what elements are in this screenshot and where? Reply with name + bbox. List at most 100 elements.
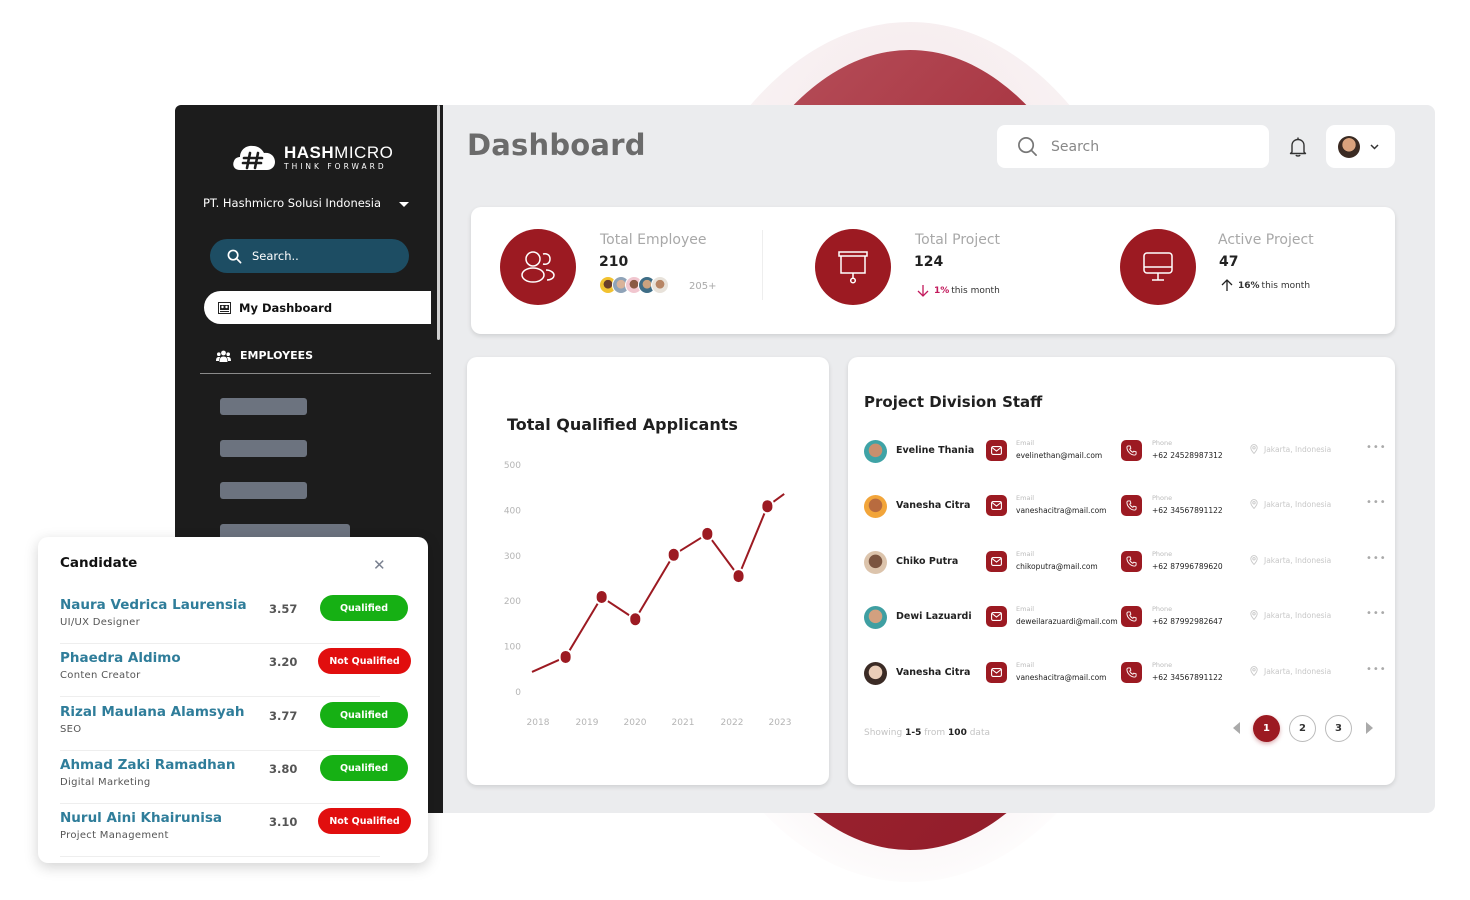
pagination-prev-icon[interactable] bbox=[1233, 722, 1240, 734]
data-point-marker bbox=[760, 498, 775, 515]
logo[interactable]: HASHMICRO THINK FORWARD bbox=[232, 142, 393, 172]
phone-icon-box[interactable] bbox=[1121, 662, 1142, 683]
phone-icon-box[interactable] bbox=[1121, 495, 1142, 516]
more-options-icon[interactable]: ••• bbox=[1366, 442, 1387, 453]
staff-avatar bbox=[864, 440, 887, 463]
candidate-status-badge[interactable]: Qualified bbox=[320, 595, 408, 621]
location-pin-icon bbox=[1250, 610, 1258, 620]
staff-location: Jakarta, Indonesia bbox=[1250, 444, 1331, 454]
candidate-status-badge[interactable]: Not Qualified bbox=[318, 648, 411, 674]
data-point-marker bbox=[558, 648, 573, 665]
data-point-marker bbox=[594, 589, 609, 606]
phone-icon bbox=[1126, 667, 1137, 678]
pagination-next-icon[interactable] bbox=[1366, 722, 1373, 734]
company-selector[interactable]: PT. Hashmicro Solusi Indonesia bbox=[203, 196, 410, 210]
email-label: Email bbox=[1016, 494, 1035, 502]
email-label: Email bbox=[1016, 661, 1035, 669]
staff-row[interactable]: Eveline Thania Email evelinethan@mail.co… bbox=[864, 432, 1387, 472]
stat-value-total-employee: 210 bbox=[599, 254, 629, 270]
header-search-input[interactable]: Search bbox=[997, 125, 1269, 168]
stat-value-total-project: 124 bbox=[914, 254, 944, 270]
mail-icon bbox=[991, 446, 1002, 455]
phone-icon-box[interactable] bbox=[1121, 551, 1142, 572]
sidebar-item-placeholder[interactable] bbox=[220, 440, 307, 457]
x-tick-label: 2022 bbox=[721, 718, 744, 728]
stage: HASHMICRO THINK FORWARD PT. Hashmicro So… bbox=[0, 0, 1470, 900]
y-tick-label: 500 bbox=[504, 461, 521, 471]
trend-percent: 1% bbox=[934, 285, 950, 296]
email-icon-box[interactable] bbox=[986, 440, 1007, 461]
candidate-score: 3.57 bbox=[269, 602, 298, 616]
staff-location: Jakarta, Indonesia bbox=[1250, 666, 1331, 676]
candidate-row[interactable]: Naura Vedrica Laurensia UI/UX Designer 3… bbox=[60, 595, 410, 650]
projector-screen-icon bbox=[838, 251, 868, 284]
sidebar-item-my-dashboard[interactable]: My Dashboard bbox=[204, 291, 431, 324]
applicants-line-chart: 0 100 200 300 400 500 2018 2019 2020 2021 2022 2023 bbox=[504, 461, 792, 728]
pagination-page-2[interactable]: 2 bbox=[1289, 715, 1316, 742]
sidebar-search-placeholder: Search.. bbox=[252, 249, 299, 263]
page-title: Dashboard bbox=[467, 128, 646, 162]
user-menu-button[interactable] bbox=[1326, 125, 1395, 168]
notification-bell-icon[interactable] bbox=[1286, 135, 1310, 159]
data-point-marker bbox=[700, 525, 715, 542]
phone-icon bbox=[1126, 500, 1137, 511]
more-options-icon[interactable]: ••• bbox=[1366, 553, 1387, 564]
x-tick-label: 2023 bbox=[769, 718, 792, 728]
email-icon-box[interactable] bbox=[986, 662, 1007, 683]
staff-phone: +62 34567891122 bbox=[1152, 673, 1223, 682]
phone-icon bbox=[1126, 556, 1137, 567]
caret-down-icon bbox=[399, 201, 410, 207]
candidate-role: Project Management bbox=[60, 830, 169, 841]
staff-row[interactable]: Dewi Lazuardi Email deweilarazuardi@mail… bbox=[864, 598, 1387, 638]
staff-row[interactable]: Chiko Putra Email chikoputra@mail.com Ph… bbox=[864, 543, 1387, 583]
pagination-summary: Showing 1-5 from 100 data bbox=[864, 728, 990, 738]
sidebar-search-input[interactable]: Search.. bbox=[210, 239, 409, 273]
y-tick-label: 400 bbox=[504, 506, 521, 516]
candidate-name[interactable]: Phaedra Aldimo bbox=[60, 650, 181, 666]
email-icon-box[interactable] bbox=[986, 495, 1007, 516]
y-tick-label: 100 bbox=[504, 643, 521, 653]
pagination-page-1[interactable]: 1 bbox=[1253, 715, 1280, 742]
candidate-name[interactable]: Ahmad Zaki Ramadhan bbox=[60, 757, 235, 773]
employee-avatar-stack[interactable] bbox=[599, 276, 669, 294]
staff-title: Project Division Staff bbox=[864, 393, 1043, 411]
sidebar-item-placeholder[interactable] bbox=[220, 398, 307, 415]
staff-phone: +62 34567891122 bbox=[1152, 506, 1223, 515]
phone-icon bbox=[1126, 611, 1137, 622]
phone-icon-box[interactable] bbox=[1121, 440, 1142, 461]
series-line bbox=[531, 493, 785, 673]
more-options-icon[interactable]: ••• bbox=[1366, 664, 1387, 675]
sidebar-section-employees[interactable]: EMPLOYEES bbox=[216, 349, 313, 362]
staff-phone: +62 87992982647 bbox=[1152, 617, 1223, 626]
close-icon[interactable]: ✕ bbox=[373, 556, 386, 574]
candidate-name[interactable]: Rizal Maulana Alamsyah bbox=[60, 704, 244, 720]
candidate-row[interactable]: Rizal Maulana Alamsyah SEO 3.77 Qualifie… bbox=[60, 702, 410, 757]
mail-icon bbox=[991, 501, 1002, 510]
phone-icon bbox=[1126, 445, 1137, 456]
candidate-row[interactable]: Nurul Aini Khairunisa Project Management… bbox=[60, 808, 411, 863]
candidate-row[interactable]: Ahmad Zaki Ramadhan Digital Marketing 3.… bbox=[60, 755, 410, 810]
mail-icon bbox=[991, 557, 1002, 566]
staff-row[interactable]: Vanesha Citra Email vaneshacitra@mail.co… bbox=[864, 487, 1387, 527]
sidebar-item-placeholder[interactable] bbox=[220, 482, 307, 499]
email-icon-box[interactable] bbox=[986, 606, 1007, 627]
email-icon-box[interactable] bbox=[986, 551, 1007, 572]
staff-row[interactable]: Vanesha Citra Email vaneshacitra@mail.co… bbox=[864, 654, 1387, 694]
phone-label: Phone bbox=[1152, 439, 1173, 447]
candidate-row[interactable]: Phaedra Aldimo Conten Creator 3.20 Not Q… bbox=[60, 648, 411, 703]
stat-icon-circle bbox=[500, 229, 576, 305]
staff-location: Jakarta, Indonesia bbox=[1250, 610, 1331, 620]
candidate-name[interactable]: Naura Vedrica Laurensia bbox=[60, 597, 247, 613]
candidate-status-badge[interactable]: Qualified bbox=[320, 755, 408, 781]
sidebar-scrollbar[interactable] bbox=[437, 105, 440, 340]
candidate-status-badge[interactable]: Not Qualified bbox=[318, 808, 411, 834]
staff-name: Chiko Putra bbox=[896, 556, 959, 567]
phone-icon-box[interactable] bbox=[1121, 606, 1142, 627]
candidate-name[interactable]: Nurul Aini Khairunisa bbox=[60, 810, 222, 826]
more-options-icon[interactable]: ••• bbox=[1366, 608, 1387, 619]
company-name: PT. Hashmicro Solusi Indonesia bbox=[203, 196, 382, 210]
candidate-status-badge[interactable]: Qualified bbox=[320, 702, 408, 728]
pagination-page-3[interactable]: 3 bbox=[1325, 715, 1352, 742]
avatar bbox=[651, 276, 669, 294]
more-options-icon[interactable]: ••• bbox=[1366, 497, 1387, 508]
